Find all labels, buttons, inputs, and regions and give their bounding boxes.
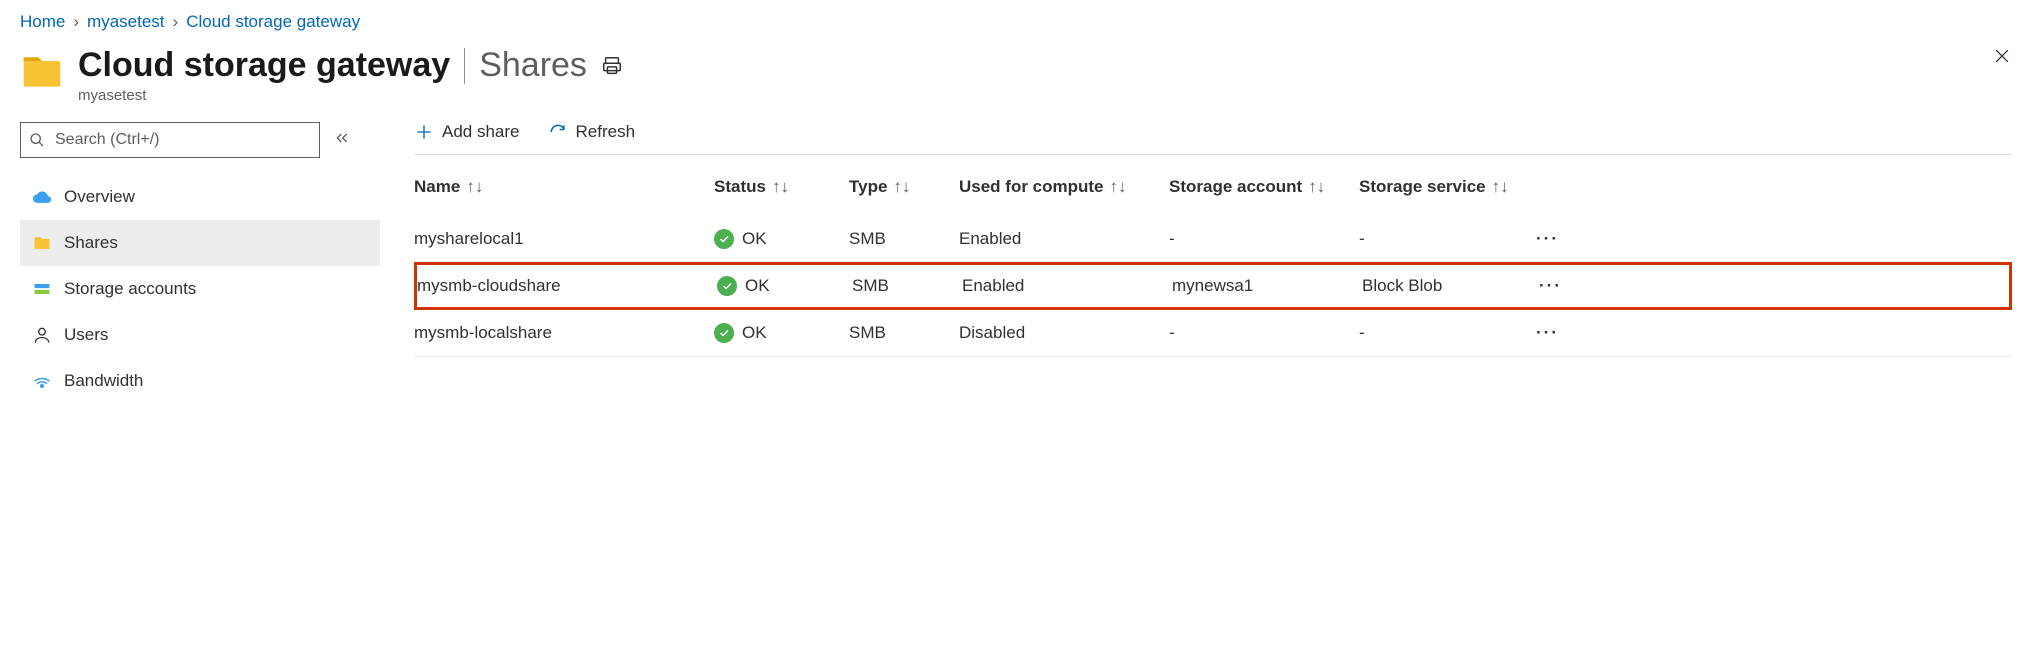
column-label: Name — [414, 177, 460, 197]
sidebar-item-label: Users — [64, 325, 108, 345]
page-subtitle: myasetest — [78, 87, 623, 104]
breadcrumb-home[interactable]: Home — [20, 12, 65, 32]
table-row[interactable]: mysmb-cloudshareOKSMBEnabledmynewsa1Bloc… — [414, 262, 2012, 310]
refresh-button[interactable]: Refresh — [548, 122, 636, 142]
sidebar-item-users[interactable]: Users — [20, 312, 380, 358]
cell-type: SMB — [849, 229, 959, 249]
folder-icon — [32, 233, 52, 253]
close-button[interactable] — [1992, 46, 2012, 66]
table-row[interactable]: mysharelocal1OKSMBEnabled--··· — [414, 215, 2012, 263]
cell-name: mysharelocal1 — [414, 229, 714, 249]
search-input[interactable] — [53, 130, 311, 150]
column-header-account[interactable]: Storage account ↑↓ — [1169, 177, 1359, 197]
search-icon — [29, 132, 45, 148]
chevron-double-left-icon — [334, 130, 350, 146]
sidebar-item-label: Bandwidth — [64, 371, 143, 391]
sort-icon: ↑↓ — [466, 177, 483, 197]
title-divider — [464, 48, 465, 84]
refresh-label: Refresh — [576, 122, 636, 142]
chevron-right-icon: › — [73, 12, 79, 32]
main-content: Add share Refresh Name ↑↓ Status ↑↓ — [380, 122, 2012, 404]
cell-service: Block Blob — [1362, 276, 1522, 296]
sidebar-item-storage-accounts[interactable]: Storage accounts — [20, 266, 380, 312]
breadcrumb-blade[interactable]: Cloud storage gateway — [186, 12, 360, 32]
cell-compute: Enabled — [962, 276, 1172, 296]
search-box[interactable] — [20, 122, 320, 158]
collapse-sidebar-button[interactable] — [334, 130, 350, 151]
row-more-button[interactable]: ··· — [1519, 323, 1559, 343]
ok-icon — [717, 276, 737, 296]
sort-icon: ↑↓ — [772, 177, 789, 197]
cell-name: mysmb-localshare — [414, 323, 714, 343]
column-label: Storage account — [1169, 177, 1302, 197]
cell-type: SMB — [849, 323, 959, 343]
pin-icon[interactable] — [601, 55, 623, 77]
add-share-label: Add share — [442, 122, 520, 142]
breadcrumb-resource[interactable]: myasetest — [87, 12, 164, 32]
toolbar-divider — [414, 154, 2012, 155]
column-label: Type — [849, 177, 887, 197]
toolbar: Add share Refresh — [414, 122, 2012, 154]
plus-icon — [414, 122, 434, 142]
cell-status: OK — [714, 323, 849, 343]
cell-account: - — [1169, 229, 1359, 249]
cloud-icon — [32, 187, 52, 207]
sidebar-item-label: Storage accounts — [64, 279, 196, 299]
chevron-right-icon: › — [173, 12, 179, 32]
row-more-button[interactable]: ··· — [1519, 229, 1559, 249]
user-icon — [32, 325, 52, 345]
ok-icon — [714, 323, 734, 343]
column-header-name[interactable]: Name ↑↓ — [414, 177, 714, 197]
column-label: Status — [714, 177, 766, 197]
refresh-icon — [548, 122, 568, 142]
page-header: Cloud storage gateway Shares myasetest — [20, 46, 2012, 104]
sidebar-item-label: Shares — [64, 233, 118, 253]
table-row[interactable]: mysmb-localshareOKSMBDisabled--··· — [414, 309, 2012, 357]
cell-account: - — [1169, 323, 1359, 343]
cell-status: OK — [717, 276, 852, 296]
bandwidth-icon — [32, 371, 52, 391]
folder-icon — [20, 50, 64, 94]
column-header-type[interactable]: Type ↑↓ — [849, 177, 959, 197]
cell-type: SMB — [852, 276, 962, 296]
column-header-status[interactable]: Status ↑↓ — [714, 177, 849, 197]
cell-service: - — [1359, 323, 1519, 343]
sidebar-item-shares[interactable]: Shares — [20, 220, 380, 266]
sort-icon: ↑↓ — [1308, 177, 1325, 197]
sidebar-item-bandwidth[interactable]: Bandwidth — [20, 358, 380, 404]
column-header-compute[interactable]: Used for compute ↑↓ — [959, 177, 1169, 197]
cell-name: mysmb-cloudshare — [417, 276, 717, 296]
row-more-button[interactable]: ··· — [1522, 276, 1562, 296]
page-section: Shares — [479, 46, 587, 85]
sidebar-item-label: Overview — [64, 187, 135, 207]
cell-service: - — [1359, 229, 1519, 249]
storage-icon — [32, 279, 52, 299]
column-header-service[interactable]: Storage service ↑↓ — [1359, 177, 1519, 197]
sort-icon: ↑↓ — [1110, 177, 1127, 197]
page-title: Cloud storage gateway — [78, 46, 450, 85]
column-label: Used for compute — [959, 177, 1104, 197]
breadcrumb: Home › myasetest › Cloud storage gateway — [20, 12, 2012, 32]
ok-icon — [714, 229, 734, 249]
cell-compute: Disabled — [959, 323, 1169, 343]
cell-compute: Enabled — [959, 229, 1169, 249]
cell-status: OK — [714, 229, 849, 249]
add-share-button[interactable]: Add share — [414, 122, 520, 142]
table-header: Name ↑↓ Status ↑↓ Type ↑↓ Used for compu… — [414, 165, 2012, 215]
shares-table: Name ↑↓ Status ↑↓ Type ↑↓ Used for compu… — [414, 165, 2012, 357]
sort-icon: ↑↓ — [1492, 177, 1509, 197]
column-label: Storage service — [1359, 177, 1486, 197]
sort-icon: ↑↓ — [893, 177, 910, 197]
sidebar-item-overview[interactable]: Overview — [20, 174, 380, 220]
sidebar: Overview Shares Storage accounts Users — [20, 122, 380, 404]
cell-account: mynewsa1 — [1172, 276, 1362, 296]
